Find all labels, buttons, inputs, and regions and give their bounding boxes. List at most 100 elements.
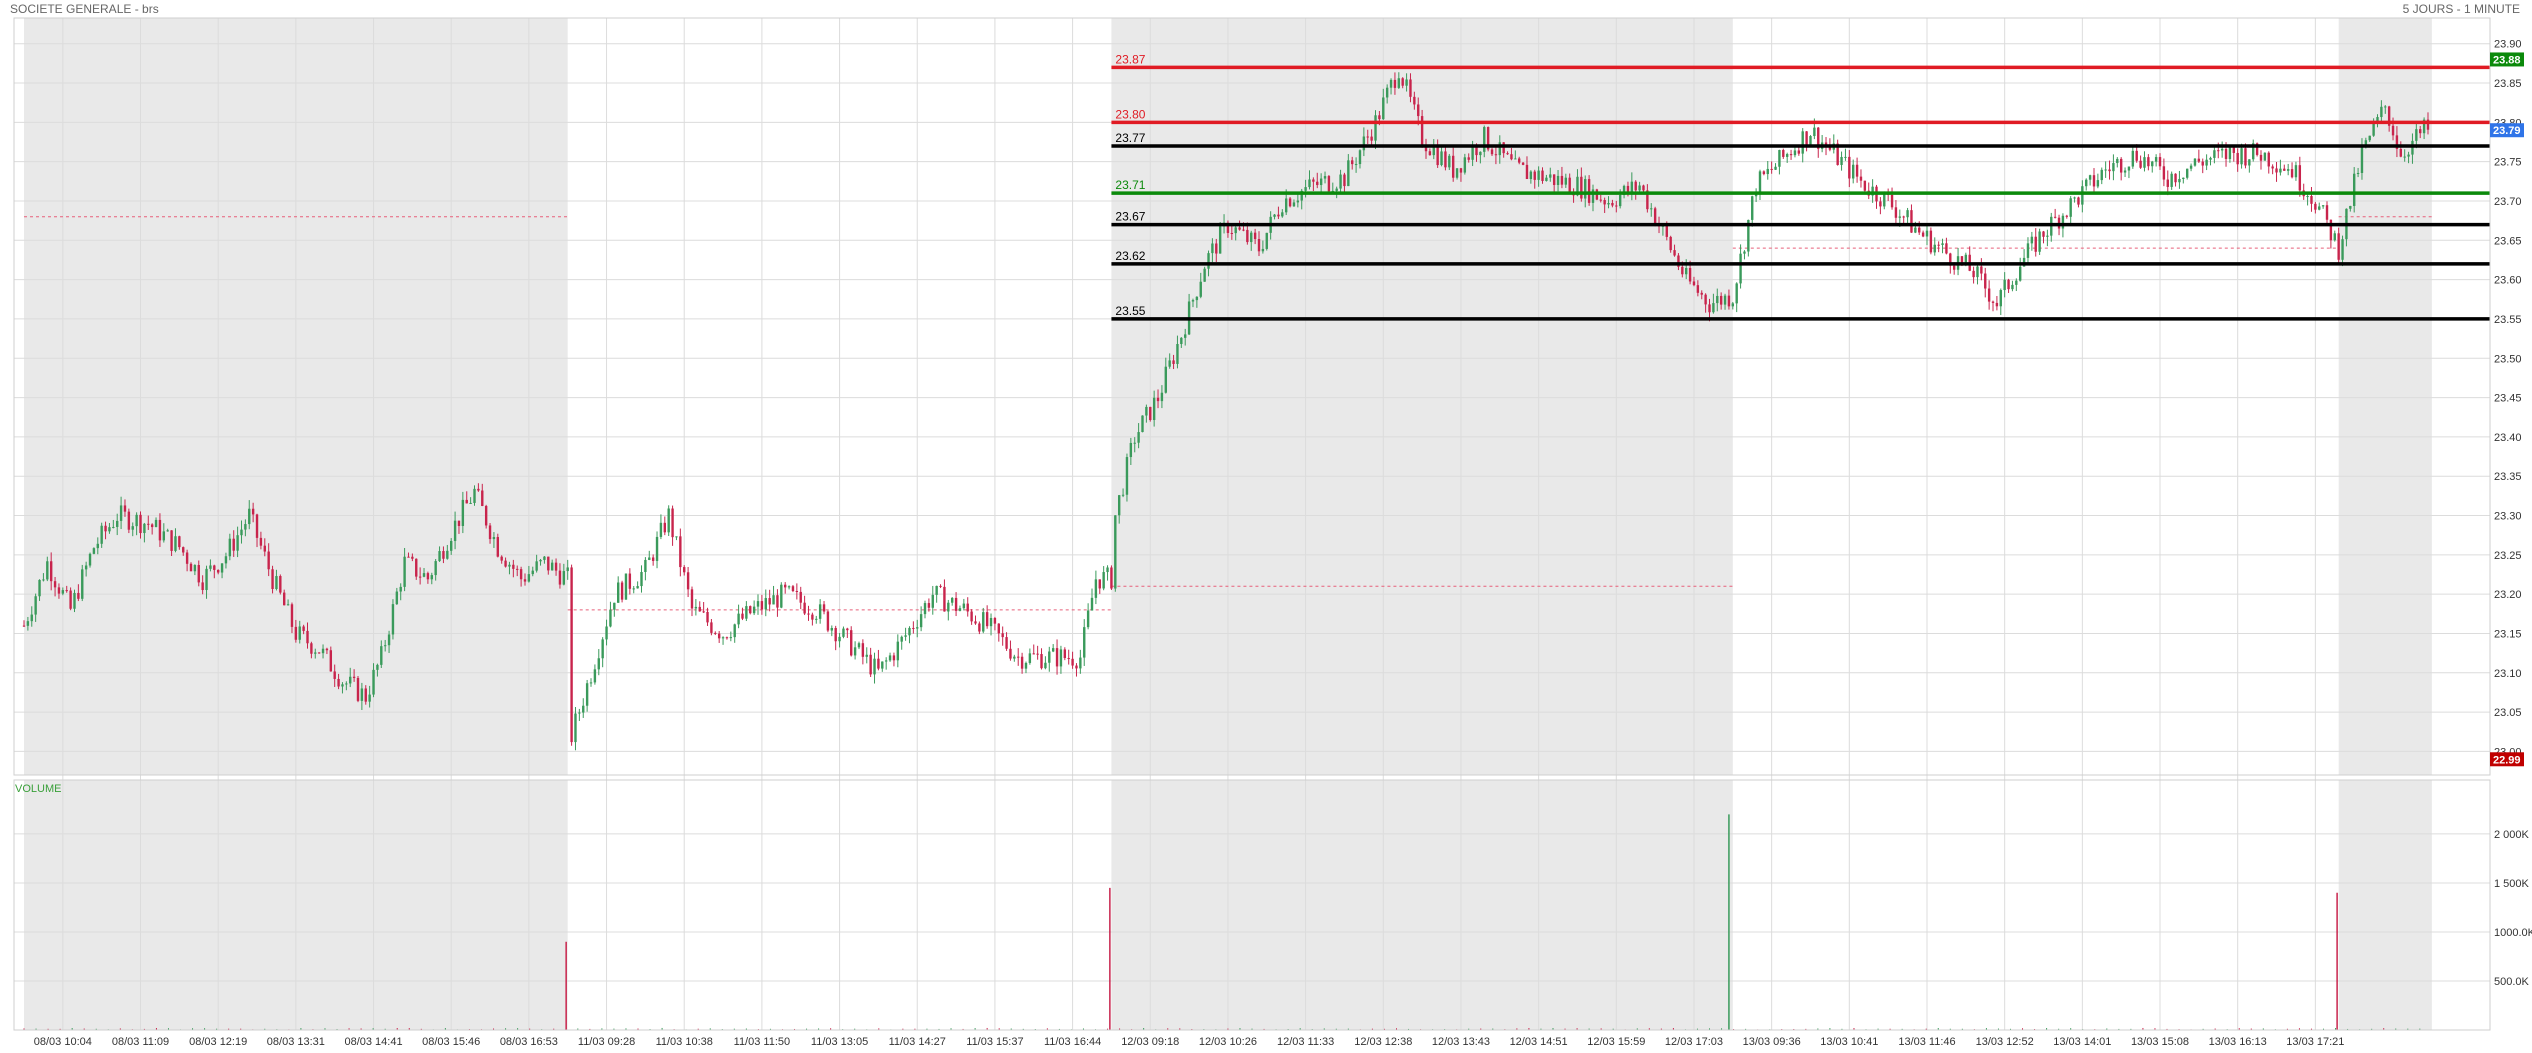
candle-body: [1083, 627, 1086, 658]
candle-body: [566, 567, 569, 572]
candle-body: [706, 611, 709, 623]
candle-body: [1389, 79, 1393, 88]
level-label: 23.77: [1115, 131, 1145, 145]
candle-body: [1028, 653, 1032, 663]
candle-body: [294, 626, 298, 640]
candle-body: [1793, 150, 1797, 156]
candle-body: [1265, 232, 1268, 249]
candle-body: [733, 624, 736, 638]
candle-body: [1615, 205, 1618, 207]
candle-body: [1673, 250, 1676, 256]
candle-body: [2244, 148, 2247, 166]
candle-body: [974, 621, 977, 624]
price-badge-label: 23.88: [2493, 54, 2521, 66]
candle-body: [1133, 442, 1136, 444]
candle-body: [2205, 159, 2208, 166]
candle-body: [185, 552, 189, 564]
candle-body: [104, 525, 107, 532]
candle-body: [1545, 177, 1548, 181]
candle-body: [116, 520, 119, 527]
candle-body: [787, 586, 791, 588]
candle-body: [1914, 227, 1917, 233]
candle-body: [2038, 231, 2041, 252]
time-tick-label: 11/03 15:37: [966, 1036, 1023, 1048]
time-tick-label: 11/03 14:27: [889, 1036, 946, 1048]
candle-body: [182, 547, 185, 553]
candle-body: [686, 572, 690, 590]
candle-body: [341, 684, 344, 687]
candle-body: [407, 556, 410, 558]
candle-body: [2391, 125, 2395, 136]
candle-body: [298, 626, 301, 640]
candle-body: [73, 592, 76, 609]
candle-body: [853, 647, 857, 656]
candle-body: [1980, 266, 1983, 274]
candle-body: [170, 530, 173, 551]
candle-body: [1665, 225, 1668, 237]
candle-body: [2108, 169, 2111, 172]
candle-body: [2069, 198, 2072, 217]
candle-body: [2015, 280, 2018, 285]
time-tick-label: 13/03 11:46: [1898, 1036, 1955, 1048]
volume-tick-label: 500.0K: [2494, 976, 2530, 988]
candle-body: [1218, 226, 1222, 254]
candle-body: [679, 536, 682, 568]
candle-body: [1855, 164, 1859, 177]
candle-body: [2030, 236, 2034, 244]
candle-body: [166, 530, 169, 532]
candle-body: [570, 567, 573, 743]
candle-body: [1075, 665, 1078, 669]
candle-body: [2034, 236, 2037, 252]
candle-body: [368, 694, 371, 702]
candle-body: [1502, 142, 1505, 154]
time-tick-label: 11/03 10:38: [656, 1036, 713, 1048]
candle-body: [1611, 202, 1614, 206]
candle-body: [1051, 648, 1055, 652]
candle-body: [154, 519, 158, 528]
candle-body: [1603, 200, 1606, 205]
candle-body: [597, 658, 600, 670]
candle-body: [1094, 579, 1098, 598]
candle-body: [1071, 658, 1074, 666]
candle-body: [2224, 148, 2228, 159]
candle-body: [321, 648, 325, 654]
candle-body: [791, 586, 795, 592]
candle-body: [888, 655, 892, 661]
shaded-session: [2338, 780, 2432, 1030]
candle-body: [1199, 281, 1202, 297]
candle-body: [1308, 179, 1311, 188]
candle-body: [88, 553, 92, 566]
candle-body: [255, 514, 259, 538]
candle-body: [240, 529, 243, 536]
candle-body: [158, 519, 162, 541]
candle-body: [488, 525, 492, 540]
candle-body: [1630, 181, 1634, 193]
candle-body: [811, 614, 814, 620]
candle-body: [174, 536, 177, 551]
level-label: 23.62: [1115, 249, 1145, 263]
price-tick-label: 23.20: [2494, 589, 2522, 601]
candle-body: [1048, 651, 1051, 663]
candle-body: [337, 678, 340, 687]
candle-body: [1789, 154, 1793, 156]
candle-body: [714, 632, 717, 634]
time-tick-label: 08/03 11:09: [112, 1036, 169, 1048]
candle-body: [263, 545, 266, 552]
candle-body: [1129, 442, 1133, 458]
candle-body: [2321, 205, 2325, 207]
candle-body: [244, 524, 247, 530]
candle-body: [947, 602, 950, 612]
candle-body: [1758, 171, 1762, 195]
candle-body: [201, 582, 204, 591]
candle-body: [286, 604, 290, 606]
candle-body: [473, 488, 476, 503]
level-label: 23.71: [1115, 178, 1145, 192]
price-volume-chart[interactable]: 23.87 23.80 23.77 23.71 23.67 23.62 23.55 23.9…: [0, 0, 2532, 1053]
candle-body: [2193, 158, 2197, 166]
candle-body: [1638, 185, 1641, 191]
candle-body: [1250, 232, 1253, 243]
candle-body: [224, 556, 228, 564]
candle-body: [2162, 166, 2166, 180]
candle-body: [2174, 173, 2177, 183]
candle-body: [2112, 163, 2115, 172]
